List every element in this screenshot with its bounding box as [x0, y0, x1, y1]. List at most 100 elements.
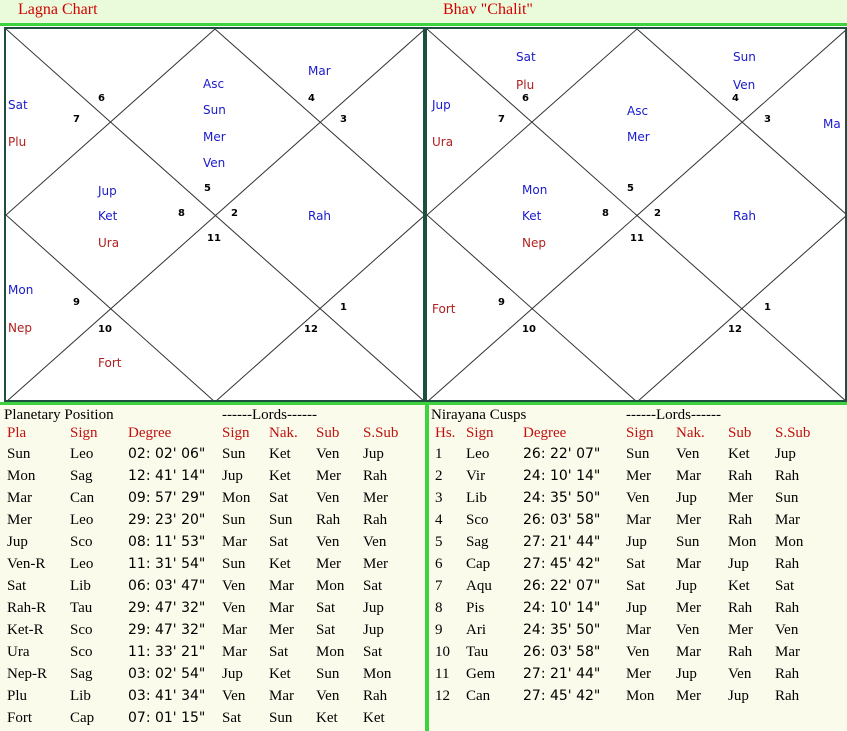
- table-cell: Lib: [70, 687, 91, 704]
- table-cell: Sat: [316, 599, 336, 616]
- table-cell: 24: 35' 50": [523, 490, 601, 506]
- table-row: 10 Tau 26: 03' 58" Ven Mar Rah Mar: [435, 641, 840, 663]
- house-number: 9: [498, 297, 505, 308]
- table-cell: Mon: [363, 665, 392, 682]
- table-cell: Sat: [363, 577, 383, 594]
- table-row: 5 Sag 27: 21' 44" Jup Sun Mon Mon: [435, 531, 840, 553]
- table-row: 9 Ari 24: 35' 50" Mar Ven Mer Ven: [435, 619, 840, 641]
- planet-label: Mon: [8, 283, 34, 297]
- table-cell: 10: [435, 643, 450, 660]
- house-number: 4: [308, 93, 315, 104]
- house-number: 6: [522, 93, 529, 104]
- table-cell: Leo: [70, 445, 94, 462]
- table-cell: Ven: [222, 599, 246, 616]
- nirayana-cusps-table: Hs. Sign Degree Sign Nak. Sub S.Sub 1 Leo…: [435, 423, 840, 707]
- table-cell: Mer: [728, 489, 753, 506]
- table-cell: Plu: [7, 687, 28, 704]
- table-cell: Mar: [626, 511, 651, 528]
- house-number: 1: [340, 302, 347, 313]
- table-cell: Mar: [269, 687, 294, 704]
- table-cell: Mar: [7, 489, 32, 506]
- house-number: 7: [73, 114, 80, 125]
- house-number: 2: [231, 208, 238, 219]
- table-cell: 29: 47' 32": [128, 600, 206, 616]
- table-cell: Ket: [269, 555, 291, 572]
- planet-label: Asc: [203, 77, 225, 91]
- table-cell: Sat: [316, 621, 336, 638]
- table-cell: Mar: [626, 621, 651, 638]
- table-cell: Mer: [363, 555, 388, 572]
- house-number: 12: [304, 324, 318, 335]
- house-number: 1: [764, 302, 771, 313]
- table-cell: Leo: [70, 555, 94, 572]
- planet-label: Nep: [8, 321, 32, 335]
- table-cell: Sag: [466, 533, 489, 550]
- col-header: Nak.: [269, 424, 298, 441]
- table-cell: Mon: [222, 489, 251, 506]
- table-cell: Mer: [676, 599, 701, 616]
- table-cell: Jup: [676, 665, 697, 682]
- table-cell: Mar: [222, 643, 247, 660]
- table-cell: Sun: [222, 511, 246, 528]
- lagna-chart: 6 7 4 3 5 8 2 11 9 10 1 12 Asc Sun Mer V…: [4, 27, 425, 402]
- table-cell: Ura: [7, 643, 30, 660]
- nirayana-cusps-panel: Nirayana Cusps ------Lords------ Hs. Sig…: [429, 402, 847, 731]
- table-cell: Ket: [363, 709, 385, 726]
- table-cell: Rah: [728, 643, 753, 660]
- lords-title: ------Lords------: [222, 407, 317, 423]
- table-cell: Rah: [316, 511, 341, 528]
- table-cell: 27: 45' 42": [523, 688, 601, 704]
- table-cell: 1: [435, 445, 443, 462]
- table-cell: 11: 31' 54": [128, 556, 206, 572]
- table-cell: Ven: [363, 533, 387, 550]
- table-row: Mon Sag 12: 41' 14" Jup Ket Mer Rah: [7, 465, 417, 487]
- table-cell: 09: 57' 29": [128, 490, 206, 506]
- table-cell: Sat: [7, 577, 27, 594]
- planet-label: Rah: [733, 209, 757, 223]
- table-cell: Rah: [775, 687, 800, 704]
- nirayana-cusps-title: Nirayana Cusps: [431, 407, 527, 423]
- table-cell: Sat: [775, 577, 795, 594]
- table-cell: Jup: [676, 577, 697, 594]
- planet-label: Plu: [8, 135, 27, 149]
- table-row: Sat Lib 06: 03' 47" Ven Mar Mon Sat: [7, 575, 417, 597]
- house-number: 10: [98, 324, 112, 335]
- house-number: 3: [340, 114, 347, 125]
- planet-label: Ket: [98, 209, 118, 223]
- table-cell: Ven: [316, 533, 340, 550]
- table-cell: Fort: [7, 709, 33, 726]
- table-cell: Tau: [466, 643, 489, 660]
- table-cell: 11: 33' 21": [128, 644, 206, 660]
- col-header: Sign: [222, 424, 250, 441]
- col-header: S.Sub: [363, 424, 399, 441]
- table-cell: Sun: [222, 555, 246, 572]
- house-number: 6: [98, 93, 105, 104]
- planet-label: Ura: [98, 236, 120, 250]
- table-cell: Ven: [626, 643, 650, 660]
- table-cell: 06: 03' 47": [128, 578, 206, 594]
- table-row: Ven-R Leo 11: 31' 54" Sun Ket Mer Mer: [7, 553, 417, 575]
- table-cell: Ket: [316, 709, 338, 726]
- table-cell: Sat: [626, 577, 646, 594]
- table-cell: 9: [435, 621, 443, 638]
- table-cell: Sun: [676, 533, 700, 550]
- table-cell: Mon: [775, 533, 804, 550]
- planet-label: Ven: [733, 78, 756, 92]
- table-cell: Jup: [626, 533, 647, 550]
- table-cell: Sat: [269, 533, 289, 550]
- table-cell: Rah: [363, 687, 388, 704]
- table-row: Mar Can 09: 57' 29" Mon Sat Ven Mer: [7, 487, 417, 509]
- table-cell: Sat: [269, 489, 289, 506]
- table-cell: Ket-R: [7, 621, 44, 638]
- table-cell: Sun: [316, 665, 340, 682]
- table-cell: Jup: [7, 533, 28, 550]
- table-cell: Mer: [728, 621, 753, 638]
- col-header: Sub: [316, 424, 340, 441]
- col-header: Pla: [7, 424, 27, 441]
- table-cell: Jup: [775, 445, 796, 462]
- house-number: 5: [204, 183, 211, 194]
- table-cell: Ari: [466, 621, 486, 638]
- table-cell: Mar: [269, 577, 294, 594]
- house-number: 9: [73, 297, 80, 308]
- planet-label: Fort: [98, 356, 122, 370]
